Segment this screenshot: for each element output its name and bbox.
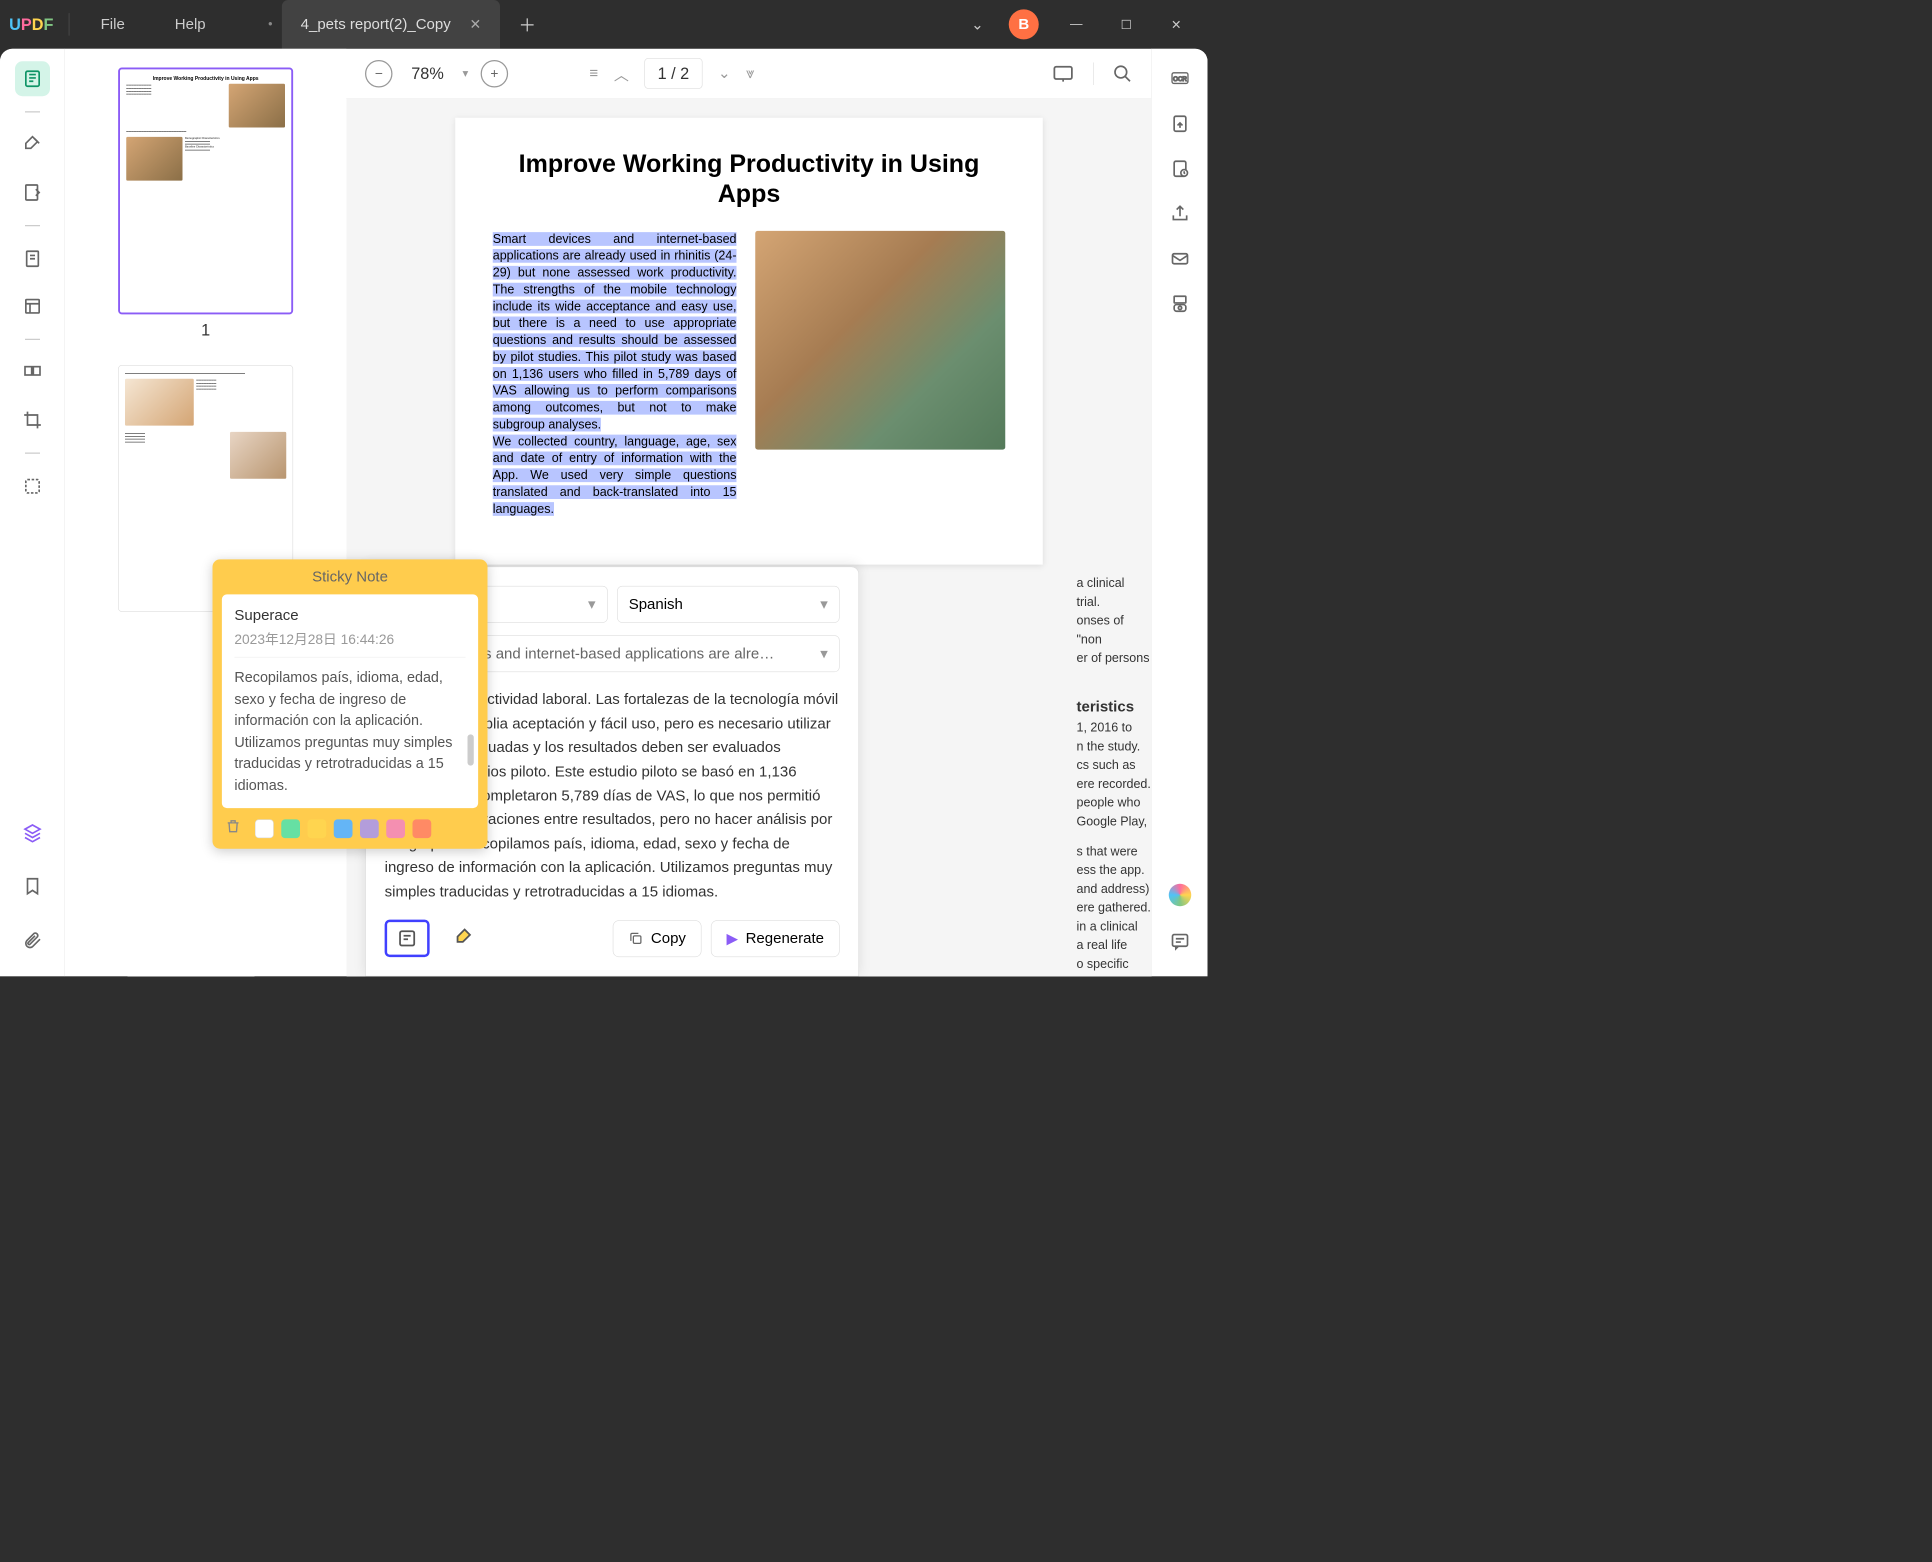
maximize-button[interactable]: ☐ [1114,17,1139,33]
chevron-down-icon: ▾ [588,595,596,613]
color-blue[interactable] [334,819,353,838]
titlebar: UPDF File Help • 4_pets report(2)_Copy ✕… [0,0,1208,49]
email-icon[interactable] [1170,249,1190,269]
color-pink[interactable] [386,819,405,838]
zoom-dropdown-icon[interactable]: ▾ [463,67,469,80]
highlight-tool[interactable] [15,128,50,163]
zoom-in-button[interactable]: + [481,60,509,88]
presentation-icon[interactable] [1052,65,1075,83]
next-page-icon[interactable]: ⌄ [718,64,731,82]
menu-file[interactable]: File [76,16,150,34]
reader-tool[interactable] [15,61,50,96]
crop-tool[interactable] [15,403,50,438]
color-green[interactable] [281,819,300,838]
menu-help[interactable]: Help [150,16,231,34]
tab-title: 4_pets report(2)_Copy [301,16,451,34]
page-indicator[interactable]: 1 / 2 [644,58,702,89]
attachment-button[interactable] [15,923,50,958]
tab-modified-indicator: • [268,17,272,31]
sticky-note-popup[interactable]: Sticky Note Superace 2023年12月28日 16:44:2… [213,559,488,848]
top-toolbar: − 78% ▾ + ≡ ︿ 1 / 2 ⌄ ⩔ [346,49,1151,99]
watermark-tool[interactable] [15,469,50,504]
play-icon: ▶ [726,929,738,947]
zoom-value: 78% [411,64,444,83]
highlighted-text-1[interactable]: Smart devices and internet-based applica… [493,232,737,431]
prev-page-double-icon[interactable]: ≡ [589,65,598,83]
sticky-scrollbar[interactable] [468,734,474,765]
thumbnail-page-number: 1 [84,321,328,340]
target-language-select[interactable]: Spanish ▾ [617,586,840,623]
add-tab-button[interactable]: ＋ [500,12,555,37]
sticky-author: Superace [234,607,465,625]
color-white[interactable] [255,819,274,838]
regenerate-button[interactable]: ▶ Regenerate [711,920,840,957]
document-tab[interactable]: 4_pets report(2)_Copy ✕ [282,0,500,49]
close-button[interactable]: ✕ [1164,17,1189,33]
bookmark-button[interactable] [15,869,50,904]
sticky-timestamp: 2023年12月28日 16:44:26 [234,628,465,657]
ai-assistant-icon[interactable] [1168,884,1191,907]
color-purple[interactable] [360,819,379,838]
highlighted-text-2[interactable]: We collected country, language, age, sex… [493,434,737,515]
rail-separator [25,225,40,226]
minimize-button[interactable]: — [1064,17,1089,31]
thumbnail-page-1[interactable]: Improve Working Productivity in Using Ap… [118,68,293,315]
ocr-icon[interactable]: OCR [1169,68,1190,89]
search-icon[interactable] [1113,63,1133,83]
form-tool[interactable] [15,289,50,324]
color-yellow[interactable] [308,819,327,838]
edit-text-tool[interactable] [15,175,50,210]
close-tab-icon[interactable]: ✕ [469,16,481,32]
partial-text: a clinical trial. onses of "non er of pe… [1076,574,1151,977]
right-tool-rail: OCR [1151,49,1207,977]
left-tool-rail [0,49,65,977]
document-image [755,231,1005,450]
rail-separator [25,339,40,340]
chevron-down-icon: ▾ [820,645,828,663]
sticky-note-button[interactable] [384,919,429,957]
print-icon[interactable] [1170,294,1190,314]
copy-button[interactable]: Copy [613,920,702,957]
highlight-button[interactable] [442,919,487,957]
rail-separator [25,453,40,454]
protect-icon[interactable] [1170,159,1190,179]
separator [69,13,70,36]
share-icon[interactable] [1170,204,1190,224]
convert-icon[interactable] [1170,114,1190,134]
svg-text:OCR: OCR [1173,76,1187,83]
page-tool[interactable] [15,241,50,276]
rail-separator [25,111,40,112]
copy-icon [628,931,643,946]
color-orange[interactable] [413,819,432,838]
prev-page-icon[interactable]: ︿ [614,63,629,85]
zoom-out-button[interactable]: − [365,60,393,88]
page-title: Improve Working Productivity in Using Ap… [493,149,1006,209]
comment-icon[interactable] [1170,931,1190,951]
chevron-down-icon[interactable]: ⌄ [971,15,984,33]
delete-sticky-icon[interactable] [225,818,241,839]
app-logo: UPDF [0,15,63,34]
sticky-note-title: Sticky Note [213,559,488,594]
chevron-down-icon: ▾ [820,595,828,613]
pdf-page: Improve Working Productivity in Using Ap… [455,118,1043,565]
layers-button[interactable] [15,815,50,850]
sticky-content[interactable]: Recopilamos país, idioma, edad, sexo y f… [234,666,465,795]
user-avatar[interactable]: B [1009,9,1039,39]
last-page-icon[interactable]: ⩔ [746,65,754,83]
organize-tool[interactable] [15,355,50,390]
